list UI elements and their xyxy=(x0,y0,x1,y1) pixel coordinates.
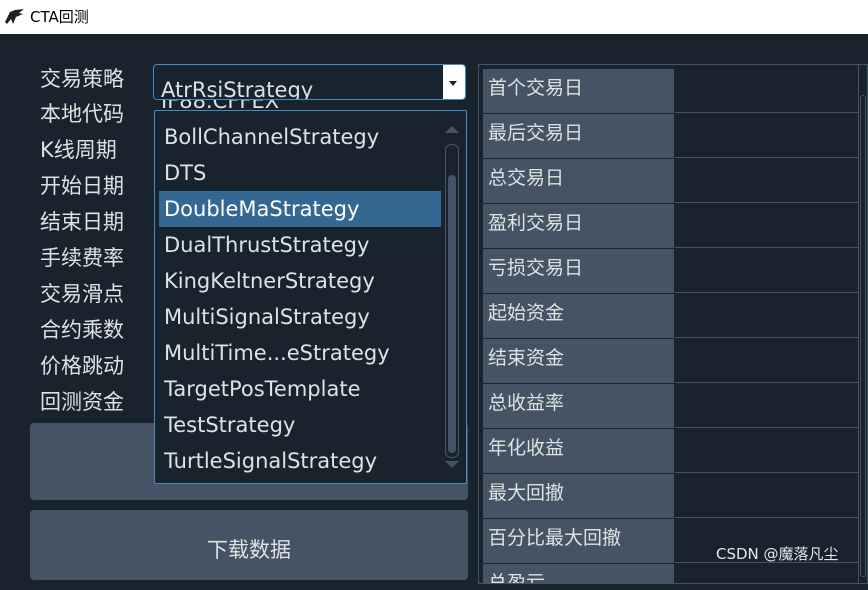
dropdown-item-turtlesignal[interactable]: TurtleSignalStrategy xyxy=(159,443,441,479)
stat-label-max-ddpercent: 百分比最大回撤 xyxy=(483,519,674,563)
stat-label-max-drawdown: 最大回撤 xyxy=(483,474,674,518)
stat-value xyxy=(675,204,865,248)
label-start-date: 开始日期 xyxy=(40,174,124,198)
stat-value xyxy=(675,384,865,428)
dropdown-item-bollchannel[interactable]: BollChannelStrategy xyxy=(159,119,441,155)
label-strategy: 交易策略 xyxy=(40,67,124,91)
stat-label-last-date: 最后交易日 xyxy=(483,114,674,158)
stat-value xyxy=(675,564,865,583)
label-capital: 回测资金 xyxy=(40,390,124,414)
dropdown-item-doublema[interactable]: DoubleMaStrategy xyxy=(159,191,441,227)
app-logo-icon xyxy=(4,8,26,26)
stat-row: 总交易日 xyxy=(483,159,865,203)
stat-label-total-return: 总收益率 xyxy=(483,384,674,428)
window-title: CTA回测 xyxy=(30,8,89,26)
stat-label-annual-return: 年化收益 xyxy=(483,429,674,473)
dropdown-scrollbar-thumb[interactable] xyxy=(448,175,456,453)
stat-row: 起始资金 xyxy=(483,294,865,338)
stat-row: 结束资金 xyxy=(483,339,865,383)
stat-label-capital: 起始资金 xyxy=(483,294,674,338)
stat-row: 年化收益 xyxy=(483,429,865,473)
stat-row: 盈利交易日 xyxy=(483,204,865,248)
statistics-table: 首个交易日 最后交易日 总交易日 盈利交易日 亏损交易日 起始资金 结束资金 总… xyxy=(478,64,868,584)
label-size: 合约乘数 xyxy=(40,318,124,342)
stat-value xyxy=(675,294,865,338)
label-slippage: 交易滑点 xyxy=(40,282,124,306)
label-local-code: 本地代码 xyxy=(40,102,124,126)
stat-value xyxy=(675,69,865,113)
combobox-dropdown-button[interactable] xyxy=(443,65,465,99)
label-rate: 手续费率 xyxy=(40,246,124,270)
stat-label-first-date: 首个交易日 xyxy=(483,69,674,113)
statistics-scrollbar-thumb[interactable] xyxy=(860,95,866,577)
scroll-up-arrow-icon[interactable] xyxy=(445,126,459,133)
stat-value xyxy=(675,339,865,383)
stat-label-loss-days: 亏损交易日 xyxy=(483,249,674,293)
dropdown-item-multisignal[interactable]: MultiSignalStrategy xyxy=(159,299,441,335)
stat-value xyxy=(675,474,865,518)
stat-row: 首个交易日 xyxy=(483,69,865,113)
chevron-down-icon xyxy=(449,81,457,86)
strategy-combobox[interactable]: AtrRsiStrategy xyxy=(153,64,466,100)
statistics-scrollbar[interactable] xyxy=(858,65,867,583)
stat-value xyxy=(675,159,865,203)
watermark: CSDN @魔落凡尘 xyxy=(716,545,839,563)
dropdown-item-test[interactable]: TestStrategy xyxy=(159,407,441,443)
stat-label-end-balance: 结束资金 xyxy=(483,339,674,383)
dropdown-item-multitime[interactable]: MultiTime...eStrategy xyxy=(159,335,441,371)
dropdown-item-targetpos[interactable]: TargetPosTemplate xyxy=(159,371,441,407)
stat-value xyxy=(675,114,865,158)
dropdown-item-dts[interactable]: DTS xyxy=(159,155,441,191)
stat-row: 最大回撤 xyxy=(483,474,865,518)
stat-row: 亏损交易日 xyxy=(483,249,865,293)
strategy-dropdown-list[interactable]: BollChannelStrategy DTS DoubleMaStrategy… xyxy=(154,110,467,484)
stat-value xyxy=(675,249,865,293)
scroll-down-arrow-icon[interactable] xyxy=(445,461,459,468)
dropdown-item-dualthrust[interactable]: DualThrustStrategy xyxy=(159,227,441,263)
label-interval: K线周期 xyxy=(40,138,117,162)
label-pricetick: 价格跳动 xyxy=(40,354,124,378)
stat-label-total-days: 总交易日 xyxy=(483,159,674,203)
stat-label-total-pnl: 总盈亏 xyxy=(483,564,674,583)
strategy-combobox-value: AtrRsiStrategy xyxy=(161,78,314,100)
dropdown-item-kingkeltner[interactable]: KingKeltnerStrategy xyxy=(159,263,441,299)
stat-row: 最后交易日 xyxy=(483,114,865,158)
stat-value xyxy=(675,429,865,473)
download-data-button[interactable]: 下载数据 xyxy=(30,510,468,580)
stat-row: 总收益率 xyxy=(483,384,865,428)
stat-label-profit-days: 盈利交易日 xyxy=(483,204,674,248)
stat-row: 总盈亏 xyxy=(483,564,865,583)
label-end-date: 结束日期 xyxy=(40,210,124,234)
window-titlebar: CTA回测 xyxy=(0,0,868,34)
